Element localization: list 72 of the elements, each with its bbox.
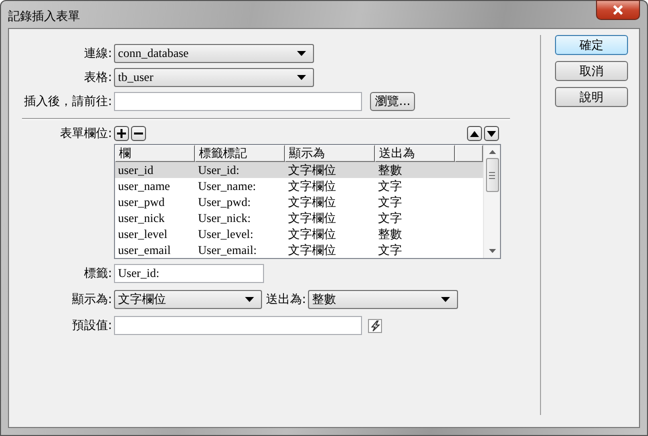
field-label: 表格:: [82, 69, 112, 86]
field-label: 標籤:: [82, 265, 112, 282]
table-cell-text: User_pwd:: [197, 195, 252, 209]
scroll-down-icon[interactable]: [488, 249, 496, 253]
window-title: 記錄插入表單: [8, 8, 80, 25]
column-header[interactable]: 標籤標記: [195, 145, 285, 162]
table-cell-text: 文字欄位: [287, 179, 337, 193]
table-cell-text: user_name: [117, 179, 171, 193]
dialog-button[interactable]: 說明: [555, 87, 628, 107]
up-triangle-icon: [470, 130, 479, 136]
table-cell-text: 文字欄位: [287, 227, 337, 241]
table-cell-text: User_email:: [197, 243, 258, 257]
scrollbar[interactable]: [483, 145, 500, 258]
table-cell-text: User_name:: [197, 179, 257, 193]
table-cell-text: 整數: [377, 227, 403, 241]
column-header[interactable]: 顯示為: [285, 145, 375, 162]
table-cell-text: user_email: [117, 243, 172, 257]
table-cell-text: 文字: [377, 243, 403, 257]
move-up-button[interactable]: [467, 126, 482, 141]
submit-as-dropdown[interactable]: 整數: [308, 290, 458, 309]
table-cell-text: user_level: [117, 227, 168, 241]
table-cell-text: User_level:: [197, 227, 254, 241]
browse-button[interactable]: 瀏覽...: [370, 92, 416, 111]
table-cell-text: 文字欄位: [287, 163, 337, 177]
dialog-button[interactable]: 確定: [555, 35, 628, 55]
table-row[interactable]: user_nick User_nick: 文字欄位 文字: [115, 210, 483, 226]
caret-icon: [297, 75, 306, 80]
field-label: 插入後，請前往:: [22, 93, 112, 110]
table-row[interactable]: user_pwd User_pwd: 文字欄位 文字: [115, 194, 483, 210]
field-label: 預設值:: [70, 317, 112, 334]
table-cell-text: 整數: [377, 163, 403, 177]
lightning-icon: [368, 318, 382, 332]
table-cell-text: user_pwd: [117, 195, 166, 209]
table-cell-text: 文字: [377, 179, 403, 193]
caret-icon: [441, 297, 450, 302]
table-row[interactable]: user_email User_email: 文字欄位 文字: [115, 242, 483, 258]
table-cell-text: User_nick:: [197, 211, 252, 225]
add-button[interactable]: [114, 126, 129, 141]
table-row[interactable]: user_level User_level: 文字欄位 整數: [115, 226, 483, 242]
display-as-dropdown[interactable]: 文字欄位: [114, 290, 262, 309]
field-label: 顯示為:: [70, 291, 112, 308]
table-row[interactable]: user_name User_name: 文字欄位 文字: [115, 178, 483, 194]
plus-icon: [117, 129, 126, 138]
field-label: 表單欄位:: [58, 125, 112, 142]
caret-icon: [245, 297, 254, 302]
caret-icon: [297, 51, 306, 56]
column-header[interactable]: 送出為: [375, 145, 455, 162]
table-cell-text: 文字欄位: [287, 243, 337, 257]
table-cell-text: 文字欄位: [287, 211, 337, 225]
table-cell-text: 文字: [377, 211, 403, 225]
close-icon: [612, 5, 624, 15]
dynamic-data-button[interactable]: [368, 318, 382, 332]
table-cell-text: User_id:: [197, 163, 240, 177]
table-cell-text: 文字: [377, 195, 403, 209]
scroll-up-icon[interactable]: [488, 150, 496, 154]
field-label: 送出為:: [266, 291, 306, 308]
table-cell-text: user_nick: [117, 211, 166, 225]
table-dropdown[interactable]: tb_user: [114, 68, 314, 87]
remove-button[interactable]: [131, 126, 146, 141]
field-label: 連線:: [82, 45, 112, 62]
down-triangle-icon: [487, 130, 496, 136]
column-header[interactable]: 欄: [115, 145, 195, 162]
table-cell-text: user_id: [117, 163, 154, 177]
dialog-button[interactable]: 取消: [555, 61, 628, 81]
label-field[interactable]: User_id:: [114, 264, 264, 283]
redirect-field[interactable]: [114, 92, 362, 111]
close-button[interactable]: [596, 0, 640, 20]
default-value-field[interactable]: [114, 316, 362, 335]
connection-dropdown[interactable]: conn_database: [114, 44, 314, 63]
move-down-button[interactable]: [484, 126, 499, 141]
table-cell-text: 文字欄位: [287, 195, 337, 209]
table-row[interactable]: user_id User_id: 文字欄位 整數: [115, 162, 483, 178]
